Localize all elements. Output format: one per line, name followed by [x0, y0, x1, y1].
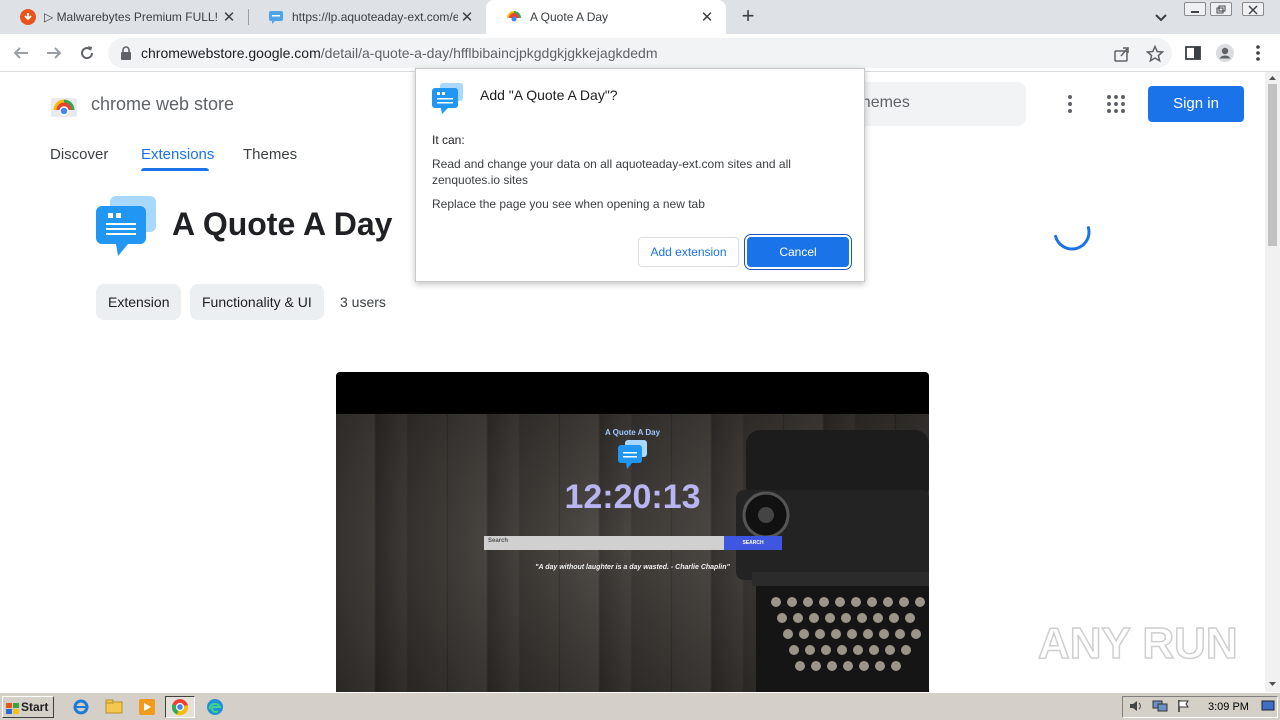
url-text: chromewebstore.google.com/detail/a-quote… [141, 45, 658, 61]
dialog-it-can: It can: [432, 133, 465, 147]
start-button[interactable]: Start [2, 696, 54, 718]
tab-title: ▷ Malwarebytes Premium FULL! 4.6. [44, 10, 220, 24]
reload-icon[interactable] [76, 42, 98, 64]
tab-title: A Quote A Day [530, 10, 609, 24]
speech-bubble-favicon-icon [268, 9, 284, 25]
share-icon[interactable] [1113, 45, 1131, 63]
add-extension-dialog: Add "A Quote A Day"? It can: Read and ch… [415, 68, 865, 282]
preview-search-placeholder: Search [488, 538, 509, 544]
anyrun-watermark: ANY RUN [1037, 612, 1238, 672]
active-tab-indicator [141, 168, 209, 171]
preview-search-button: SEARCH [724, 536, 782, 550]
profile-avatar-icon[interactable] [1214, 42, 1236, 64]
action-center-flag-icon[interactable] [1176, 699, 1192, 713]
internet-explorer-icon[interactable] [70, 697, 92, 717]
side-panel-icon[interactable] [1182, 42, 1204, 64]
tab-close-icon[interactable]: ✕ [458, 8, 476, 26]
system-tray [1122, 696, 1278, 718]
chrome-menu-kebab-icon[interactable] [1247, 42, 1269, 64]
user-count: 3 users [340, 294, 386, 310]
dialog-title: Add "A Quote A Day"? [480, 87, 618, 103]
close-window-button[interactable] [1242, 2, 1264, 16]
browser-toolbar: chromewebstore.google.com/detail/a-quote… [0, 34, 1280, 72]
typewriter-image [716, 420, 929, 692]
cancel-button[interactable]: Cancel [747, 237, 849, 267]
media-player-icon[interactable] [136, 697, 158, 717]
loading-spinner-icon [1052, 212, 1092, 252]
tab-aquoteaday-landing[interactable]: https://lp.aquoteaday-ext.com/ext| ✕ [248, 0, 486, 34]
preview-quote: "A day without laughter is a day wasted.… [535, 564, 730, 571]
tab-close-icon[interactable]: ✕ [698, 8, 716, 26]
chip-category[interactable]: Functionality & UI [190, 284, 324, 320]
add-extension-button[interactable]: Add extension [638, 237, 739, 267]
restore-window-button[interactable] [1210, 2, 1232, 16]
preview-clock: 12:20:13 [564, 478, 701, 516]
file-explorer-icon[interactable] [103, 697, 125, 717]
minimize-window-button[interactable] [1184, 2, 1206, 16]
store-name[interactable]: chrome web store [91, 94, 234, 115]
url-path: /detail/a-quote-a-day/hfflbibaincjpkgdgk… [320, 45, 658, 61]
scrollbar-thumb[interactable] [1268, 84, 1277, 246]
forward-arrow-icon[interactable] [43, 42, 65, 64]
windows-flag-icon [6, 701, 19, 714]
preview-search-input: Search [484, 536, 724, 550]
tab-malwarebytes[interactable]: ▷ Malwarebytes Premium FULL! 4.6. ✕ [0, 0, 248, 34]
nav-tab-discover[interactable]: Discover [50, 146, 108, 163]
start-label: Start [21, 700, 49, 714]
tab-a-quote-a-day[interactable]: A Quote A Day ✕ [486, 0, 726, 34]
tab-title: https://lp.aquoteaday-ext.com/ext| [292, 10, 458, 24]
taskbar-clock[interactable]: 3:09 PM [1208, 701, 1249, 713]
extension-screenshot[interactable]: A Quote A Day 12:20:13 Search SEARCH "A … [336, 372, 929, 692]
permission-item: Read and change your data on all aquotea… [432, 157, 791, 187]
volume-icon[interactable] [1128, 699, 1144, 713]
tab-search-chevron-icon[interactable] [1152, 8, 1170, 26]
bookmark-star-icon[interactable] [1145, 44, 1165, 63]
google-apps-grid-icon[interactable] [1106, 94, 1126, 114]
windows-taskbar: Start 3:09 PM [0, 692, 1280, 720]
new-tab-button[interactable]: + [737, 5, 759, 28]
edge-icon[interactable] [204, 697, 226, 717]
sign-in-button[interactable]: Sign in [1148, 86, 1244, 122]
url-host: chromewebstore.google.com [141, 45, 321, 61]
permission-item: Replace the page you see when opening a … [432, 197, 705, 211]
back-arrow-icon[interactable] [10, 42, 32, 64]
extension-logo-icon [96, 196, 158, 258]
page-scrollbar[interactable] [1265, 72, 1280, 692]
lock-icon[interactable] [120, 46, 132, 65]
preview-brand: A Quote A Day [604, 428, 661, 437]
watermark-text: ANY RUN [1038, 619, 1238, 668]
extension-title: A Quote A Day [172, 206, 393, 242]
address-bar[interactable]: chromewebstore.google.com/detail/a-quote… [108, 38, 1172, 68]
malwarebytes-favicon-icon [20, 9, 36, 25]
show-desktop-icon[interactable] [1261, 699, 1277, 713]
preview-logo-icon [618, 440, 648, 470]
store-more-kebab-icon[interactable] [1060, 92, 1080, 116]
tab-strip: ▷ Malwarebytes Premium FULL! 4.6. ✕ http… [0, 0, 1280, 34]
chrome-web-store-logo-icon[interactable] [50, 90, 78, 118]
extension-dialog-icon [432, 83, 464, 115]
nav-tab-extensions[interactable]: Extensions [141, 146, 214, 163]
chrome-taskbar-icon[interactable] [165, 696, 195, 718]
chip-extension[interactable]: Extension [96, 284, 182, 320]
nav-tab-themes[interactable]: Themes [243, 146, 297, 163]
tab-close-icon[interactable]: ✕ [220, 8, 238, 26]
chrome-web-store-favicon-icon [506, 9, 522, 25]
network-icon[interactable] [1152, 699, 1168, 713]
